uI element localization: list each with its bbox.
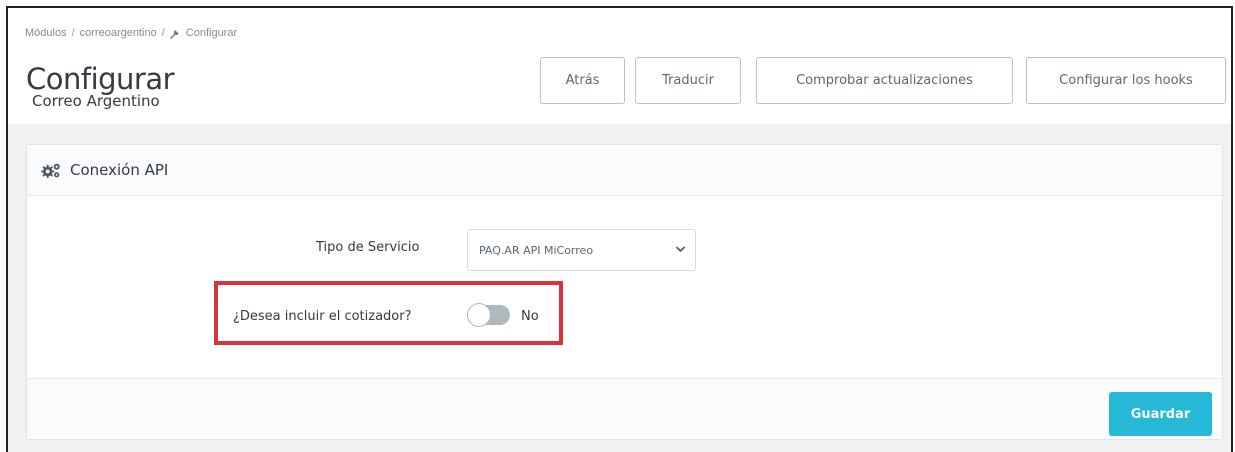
wrench-icon — [169, 29, 179, 39]
cotizador-label: ¿Desea incluir el cotizador? — [233, 309, 412, 324]
breadcrumb-separator: / — [161, 27, 165, 39]
back-button[interactable]: Atrás — [540, 57, 625, 104]
service-type-label: Tipo de Servicio — [316, 240, 420, 255]
toggle-knob — [467, 303, 491, 327]
cotizador-toggle[interactable] — [467, 302, 512, 327]
translate-button[interactable]: Traducir — [635, 57, 741, 104]
cotizador-state: No — [521, 309, 539, 324]
configure-hooks-button[interactable]: Configurar los hooks — [1026, 57, 1226, 104]
main-content: Conexión API Tipo de Servicio PAQ.AR API… — [8, 124, 1231, 452]
service-type-value: PAQ.AR API MiCorreo — [479, 243, 594, 257]
breadcrumb-item-module[interactable]: correoargentino — [80, 27, 157, 39]
save-button[interactable]: Guardar — [1109, 392, 1212, 436]
page-header: Módulos / correoargentino / Configurar C… — [8, 8, 1231, 124]
panel-header: Conexión API — [27, 145, 1222, 196]
panel-footer: Guardar — [27, 378, 1222, 439]
chevron-down-icon — [675, 246, 686, 253]
cogs-icon — [41, 163, 60, 178]
service-type-select[interactable]: PAQ.AR API MiCorreo — [467, 229, 696, 271]
breadcrumb: Módulos / correoargentino / Configurar — [25, 27, 237, 39]
breadcrumb-separator: / — [71, 27, 75, 39]
toolbar: Atrás Traducir Comprobar actualizaciones… — [8, 57, 1231, 105]
check-updates-button[interactable]: Comprobar actualizaciones — [756, 57, 1013, 104]
api-connection-panel: Conexión API Tipo de Servicio PAQ.AR API… — [26, 144, 1223, 440]
breadcrumb-item-current: Configurar — [185, 27, 238, 39]
panel-title: Conexión API — [70, 161, 169, 179]
breadcrumb-item-modules[interactable]: Módulos — [25, 27, 67, 39]
app-window: Módulos / correoargentino / Configurar C… — [6, 6, 1233, 452]
